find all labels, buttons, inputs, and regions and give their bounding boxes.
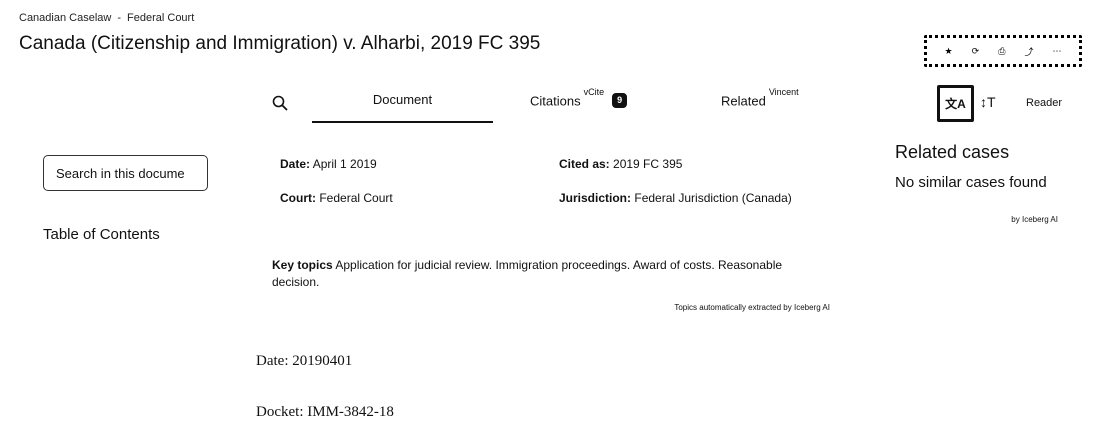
search-in-document-button[interactable]: Search in this docume (43, 155, 208, 191)
meta-court-label: Court: (280, 191, 316, 205)
refresh-icon[interactable]: ⟳ (972, 46, 980, 57)
tab-citations[interactable]: CitationsvCite 9 (530, 87, 628, 109)
document-docket-line: Docket: IMM-3842-18 (256, 404, 394, 420)
document-toolbar: ★ ⟳ ⎙ ⤴ ⋯ (924, 35, 1082, 67)
meta-date-value: April 1 2019 (312, 157, 377, 171)
meta-cited-as: Cited as: 2019 FC 395 (559, 157, 682, 171)
translate-button[interactable]: 文A (937, 85, 974, 122)
meta-court: Court: Federal Court (280, 191, 393, 205)
key-topics: Key topics Application for judicial revi… (272, 257, 832, 291)
document-date-line: Date: 20190401 (256, 353, 353, 369)
tab-document[interactable]: Document (312, 92, 493, 123)
meta-jurisdiction-label: Jurisdiction: (559, 191, 632, 205)
key-topics-text: Application for judicial review. Immigra… (272, 258, 783, 289)
star-icon[interactable]: ★ (945, 46, 953, 57)
share-icon[interactable]: ⤴ (1024, 45, 1033, 58)
search-icon[interactable] (272, 95, 288, 111)
page-title: Canada (Citizenship and Immigration) v. … (19, 33, 541, 54)
tab-related[interactable]: RelatedVincent (721, 87, 799, 109)
print-icon[interactable]: ⎙ (998, 46, 1005, 57)
vincent-superscript: Vincent (768, 87, 799, 97)
related-cases-empty-message: No similar cases found (895, 174, 1047, 191)
meta-cited-value: 2019 FC 395 (613, 157, 683, 171)
reader-button[interactable]: Reader (1026, 97, 1062, 109)
related-cases-credit: by Iceberg AI (1011, 215, 1058, 224)
breadcrumb-separator: - (117, 12, 122, 24)
tab-related-label: Related (721, 93, 766, 109)
text-size-icon[interactable]: ↕T (980, 94, 996, 110)
meta-jurisdiction-value: Federal Jurisdiction (Canada) (634, 191, 792, 205)
breadcrumb-item-caselaw[interactable]: Canadian Caselaw (19, 12, 111, 24)
more-icon[interactable]: ⋯ (1052, 46, 1061, 57)
table-of-contents-heading: Table of Contents (43, 226, 160, 243)
meta-jurisdiction: Jurisdiction: Federal Jurisdiction (Cana… (559, 191, 792, 205)
key-topics-label: Key topics (272, 258, 333, 272)
meta-court-value: Federal Court (319, 191, 393, 205)
topics-extraction-note: Topics automatically extracted by Iceber… (674, 303, 830, 312)
breadcrumb: Canadian Caselaw - Federal Court (19, 12, 194, 24)
tab-citations-label: Citations (530, 93, 581, 109)
related-cases-heading: Related cases (895, 142, 1010, 162)
vcite-superscript: vCite (583, 87, 605, 97)
tab-document-label: Document (372, 92, 433, 107)
meta-date: Date: April 1 2019 (280, 157, 377, 171)
citations-count-badge: 9 (612, 93, 628, 109)
translate-icon: 文A (945, 97, 966, 111)
meta-cited-label: Cited as: (559, 157, 610, 171)
meta-date-label: Date: (280, 157, 311, 171)
breadcrumb-item-federal-court[interactable]: Federal Court (127, 12, 194, 24)
